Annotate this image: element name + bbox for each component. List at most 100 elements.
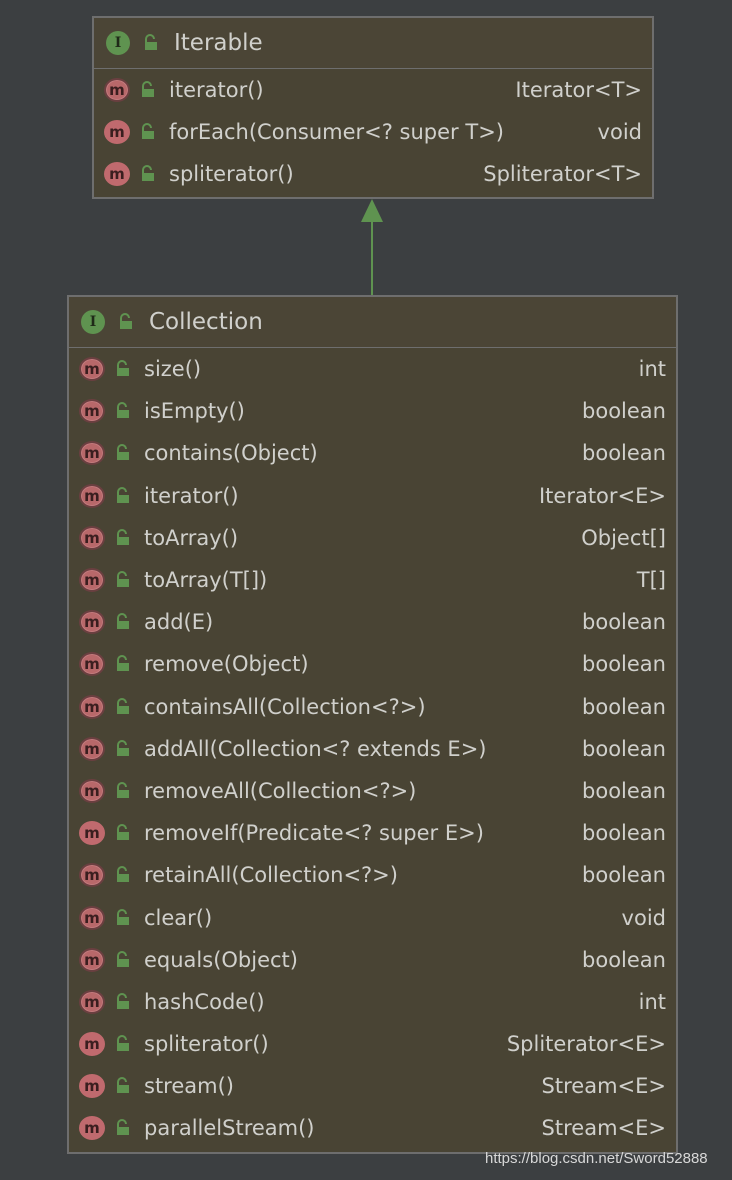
method-signature: spliterator()	[144, 1032, 269, 1057]
method-signature: toArray()	[144, 525, 239, 550]
collection-header[interactable]: I Collection	[69, 297, 676, 348]
method-return-type: boolean	[582, 947, 666, 972]
method-row[interactable]: m spliterator() Spliterator<E>	[69, 1023, 676, 1065]
method-badge-icon: m	[79, 736, 105, 761]
public-lock-icon	[117, 1035, 129, 1052]
collection-interface-box[interactable]: I Collection m size() int m isEmpty() boolean…	[67, 295, 678, 1154]
method-return-type: Iterator<E>	[538, 483, 666, 508]
method-row[interactable]: m hashCode() int	[69, 981, 676, 1023]
method-row[interactable]: m contains(Object) boolean	[69, 432, 676, 474]
method-badge-icon: m	[79, 652, 105, 677]
method-row[interactable]: m isEmpty() boolean	[69, 390, 676, 432]
method-signature: toArray(T[])	[144, 568, 268, 593]
method-signature: equals(Object)	[144, 947, 298, 972]
method-row[interactable]: m add(E) boolean	[69, 601, 676, 643]
method-row[interactable]: m size() int	[69, 348, 676, 390]
method-row[interactable]: m parallelStream() Stream<E>	[69, 1107, 676, 1149]
method-return-type: Object[]	[581, 525, 666, 550]
method-row[interactable]: m spliterator() Spliterator<T>	[94, 153, 652, 195]
method-row[interactable]: m toArray(T[]) T[]	[69, 559, 676, 601]
method-row[interactable]: m stream() Stream<E>	[69, 1065, 676, 1107]
method-badge-icon: m	[79, 441, 105, 466]
method-row[interactable]: m remove(Object) boolean	[69, 643, 676, 685]
method-signature: hashCode()	[144, 989, 265, 1014]
method-return-type: boolean	[582, 694, 666, 719]
method-signature: removeIf(Predicate<? super E>)	[144, 821, 484, 846]
interface-badge-icon: I	[81, 310, 105, 334]
method-badge-icon: m	[79, 357, 105, 382]
public-lock-icon	[117, 402, 129, 419]
public-lock-icon	[117, 950, 129, 967]
method-badge-icon: m	[79, 989, 105, 1014]
method-row[interactable]: m clear() void	[69, 896, 676, 938]
method-row[interactable]: m equals(Object) boolean	[69, 939, 676, 981]
interface-badge-icon: I	[106, 31, 130, 55]
method-badge-icon: m	[79, 821, 105, 846]
method-badge-icon: m	[79, 863, 105, 888]
method-badge-icon: m	[79, 1074, 105, 1099]
public-lock-icon	[117, 444, 129, 461]
public-lock-icon	[117, 908, 129, 925]
method-signature: containsAll(Collection<?>)	[144, 694, 426, 719]
public-lock-icon	[142, 123, 154, 140]
public-lock-icon	[117, 1119, 129, 1136]
method-signature: remove(Object)	[144, 652, 309, 677]
method-return-type: T[]	[636, 568, 666, 593]
method-row[interactable]: m removeAll(Collection<?>) boolean	[69, 770, 676, 812]
method-signature: add(E)	[144, 610, 214, 635]
method-return-type: Iterator<T>	[515, 78, 642, 103]
method-return-type: Spliterator<E>	[506, 1032, 666, 1057]
method-badge-icon: m	[79, 483, 105, 508]
method-badge-icon: m	[79, 399, 105, 424]
method-badge-icon: m	[79, 694, 105, 719]
public-lock-icon	[117, 824, 129, 841]
public-lock-icon	[117, 1077, 129, 1094]
method-signature: iterator()	[169, 78, 264, 103]
public-lock-icon	[117, 571, 129, 588]
method-return-type: boolean	[582, 399, 666, 424]
method-signature: addAll(Collection<? extends E>)	[144, 736, 487, 761]
public-lock-icon	[117, 866, 129, 883]
method-row[interactable]: m toArray() Object[]	[69, 517, 676, 559]
public-lock-icon	[117, 697, 129, 714]
method-signature: spliterator()	[169, 162, 294, 187]
method-signature: isEmpty()	[144, 399, 245, 424]
interface-title: Collection	[149, 309, 263, 335]
method-signature: contains(Object)	[144, 441, 318, 466]
method-return-type: boolean	[582, 863, 666, 888]
method-badge-icon: m	[104, 162, 130, 187]
public-lock-icon	[120, 313, 132, 329]
method-return-type: Spliterator<T>	[483, 162, 642, 187]
public-lock-icon	[142, 81, 154, 98]
method-return-type: boolean	[582, 441, 666, 466]
watermark: https://blog.csdn.net/Sword52888	[485, 1150, 708, 1167]
method-signature: iterator()	[144, 483, 239, 508]
public-lock-icon	[117, 655, 129, 672]
public-lock-icon	[117, 992, 129, 1009]
method-signature: removeAll(Collection<?>)	[144, 778, 417, 803]
method-return-type: int	[638, 357, 666, 382]
method-badge-icon: m	[79, 1032, 105, 1057]
method-row[interactable]: m retainAll(Collection<?>) boolean	[69, 854, 676, 896]
method-return-type: boolean	[582, 821, 666, 846]
method-row[interactable]: m iterator() Iterator<T>	[94, 69, 652, 111]
method-badge-icon: m	[79, 905, 105, 930]
method-row[interactable]: m addAll(Collection<? extends E>) boolean	[69, 728, 676, 770]
method-badge-icon: m	[104, 120, 130, 145]
method-badge-icon: m	[79, 778, 105, 803]
method-badge-icon: m	[79, 947, 105, 972]
iterable-interface-box[interactable]: I Iterable m iterator() Iterator<T> m forEac…	[92, 16, 654, 199]
method-return-type: int	[638, 989, 666, 1014]
collection-method-list: m size() int m isEmpty() boolean m contains(Obj…	[69, 348, 676, 1150]
method-return-type: boolean	[582, 652, 666, 677]
method-row[interactable]: m containsAll(Collection<?>) boolean	[69, 686, 676, 728]
method-row[interactable]: m forEach(Consumer<? super T>) void	[94, 111, 652, 153]
inheritance-arrowhead	[361, 199, 383, 222]
method-row[interactable]: m removeIf(Predicate<? super E>) boolean	[69, 812, 676, 854]
method-badge-icon: m	[79, 610, 105, 635]
iterable-header[interactable]: I Iterable	[94, 18, 652, 69]
method-return-type: boolean	[582, 610, 666, 635]
method-signature: retainAll(Collection<?>)	[144, 863, 398, 888]
method-return-type: boolean	[582, 778, 666, 803]
method-row[interactable]: m iterator() Iterator<E>	[69, 475, 676, 517]
